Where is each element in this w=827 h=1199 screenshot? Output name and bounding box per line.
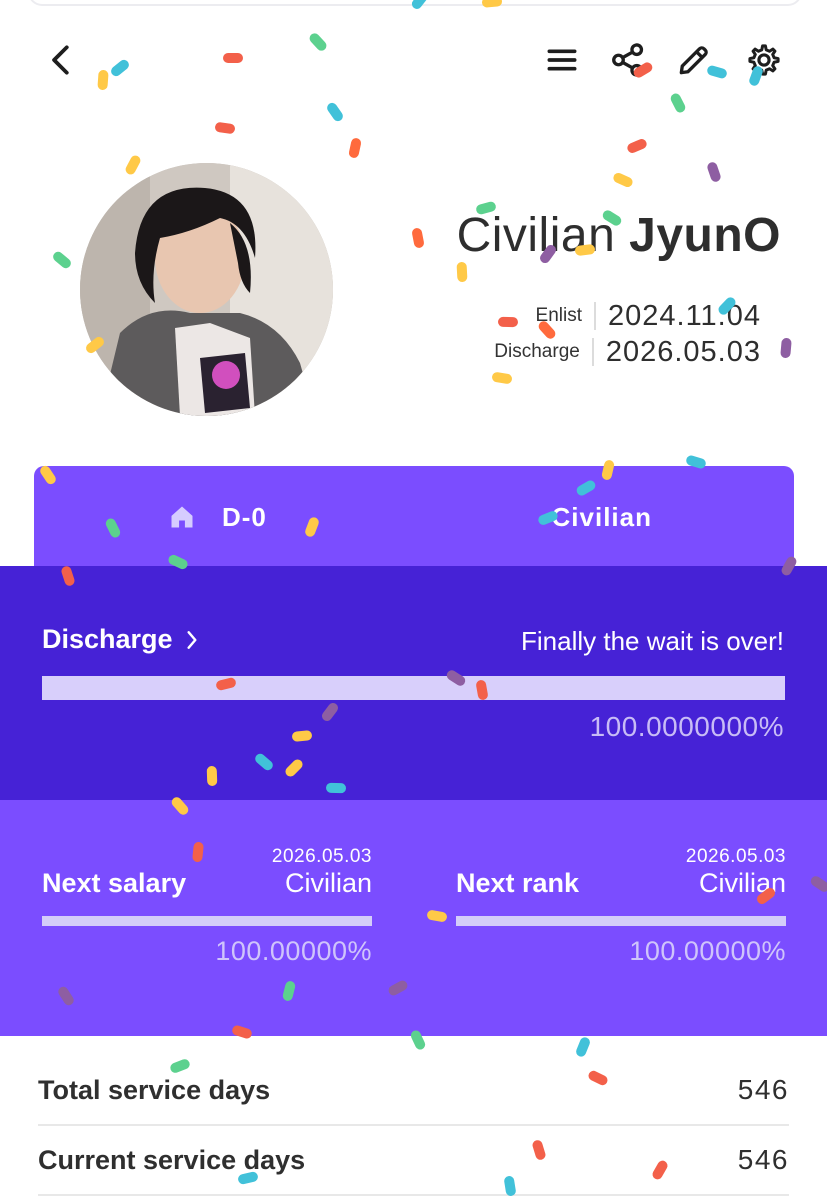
profile-avatar[interactable]	[80, 163, 333, 416]
tab-d-day[interactable]: D-0	[168, 466, 267, 568]
share-icon	[612, 43, 644, 77]
top-card-edge	[28, 0, 802, 6]
progress-info-panel: 2026.05.03 Next salary Civilian 100.0000…	[0, 800, 827, 1036]
next-salary-value: Civilian	[284, 868, 372, 898]
chevron-right-icon	[187, 630, 197, 649]
stat-label: Current service days	[38, 1144, 306, 1175]
confetti-piece	[613, 172, 633, 188]
profile-name: Civilian JyunO	[457, 208, 781, 263]
discharge-link[interactable]: Discharge	[42, 624, 201, 655]
hamburger-menu-icon	[547, 49, 577, 71]
stat-value: 546	[737, 1074, 789, 1105]
enlist-row: Enlist 2024.11.04	[494, 298, 761, 334]
next-rank-progress-fill	[456, 916, 786, 926]
confetti-piece	[348, 138, 362, 158]
tab-rank[interactable]: Civilian	[552, 466, 652, 568]
next-salary-percent: 100.00000%	[215, 936, 372, 966]
edit-button[interactable]	[672, 38, 716, 82]
next-rank-percent: 100.00000%	[629, 936, 786, 966]
confetti-piece	[412, 228, 424, 248]
tab-rank-label: Civilian	[551, 501, 652, 532]
service-stats-list: Total service days 546 Current service d…	[38, 1056, 789, 1196]
next-rank-value: Civilian	[698, 868, 786, 898]
pencil-icon	[679, 46, 708, 75]
profile-rank: Civilian	[456, 209, 616, 262]
next-salary-label: Next salary	[42, 868, 187, 898]
confetti-piece	[53, 251, 71, 269]
confetti-piece	[576, 1037, 590, 1057]
share-button[interactable]	[606, 38, 650, 82]
menu-button[interactable]	[540, 38, 584, 82]
confetti-piece	[456, 262, 468, 282]
next-salary-progress-bar	[42, 916, 372, 926]
stat-row-current: Current service days 546	[38, 1126, 789, 1196]
profile-username: JyunO	[629, 209, 781, 262]
top-toolbar	[0, 34, 827, 94]
confetti-piece	[670, 93, 686, 113]
discharge-title: Discharge	[42, 624, 173, 654]
discharge-percent: 100.0000000%	[589, 711, 784, 742]
confetti-piece	[627, 139, 647, 153]
next-salary-date: 2026.05.03	[271, 846, 372, 867]
home-icon	[171, 506, 193, 528]
confetti-piece	[327, 102, 343, 122]
enlist-label: Enlist	[536, 302, 596, 330]
confetti-piece	[125, 155, 141, 175]
discharge-panel: Discharge Finally the wait is over! 100.…	[0, 566, 827, 800]
gear-icon	[748, 44, 780, 76]
service-dates: Enlist 2024.11.04 Discharge 2026.05.03	[494, 298, 761, 370]
discharge-row: Discharge 2026.05.03	[494, 334, 761, 370]
enlist-date: 2024.11.04	[608, 299, 761, 332]
stat-label: Total service days	[38, 1074, 271, 1105]
confetti-piece	[780, 338, 792, 358]
next-rank-label: Next rank	[456, 868, 580, 898]
settings-button[interactable]	[742, 38, 786, 82]
next-salary-progress-fill	[42, 916, 372, 926]
discharge-progress-fill	[42, 676, 785, 700]
next-rank-progress-bar	[456, 916, 786, 926]
next-rank-card[interactable]: 2026.05.03 Next rank Civilian 100.00000%	[456, 800, 786, 1036]
avatar-photo	[80, 163, 333, 416]
confetti-piece	[492, 372, 512, 384]
confetti-piece	[215, 122, 235, 134]
back-button[interactable]	[40, 38, 84, 82]
discharge-progress-bar	[42, 676, 785, 700]
stat-value: 546	[737, 1144, 789, 1175]
discharge-message: Finally the wait is over!	[521, 626, 784, 656]
confetti-piece	[707, 162, 721, 182]
chevron-left-icon	[52, 45, 69, 75]
status-tab-bar: D-0 Civilian	[34, 466, 794, 568]
next-salary-card[interactable]: 2026.05.03 Next salary Civilian 100.0000…	[42, 800, 372, 1036]
discharge-label: Discharge	[494, 338, 594, 366]
next-rank-date: 2026.05.03	[685, 846, 786, 867]
discharge-date: 2026.05.03	[605, 335, 761, 368]
tab-d-day-label: D-0	[222, 501, 267, 532]
stat-row-total: Total service days 546	[38, 1056, 789, 1126]
